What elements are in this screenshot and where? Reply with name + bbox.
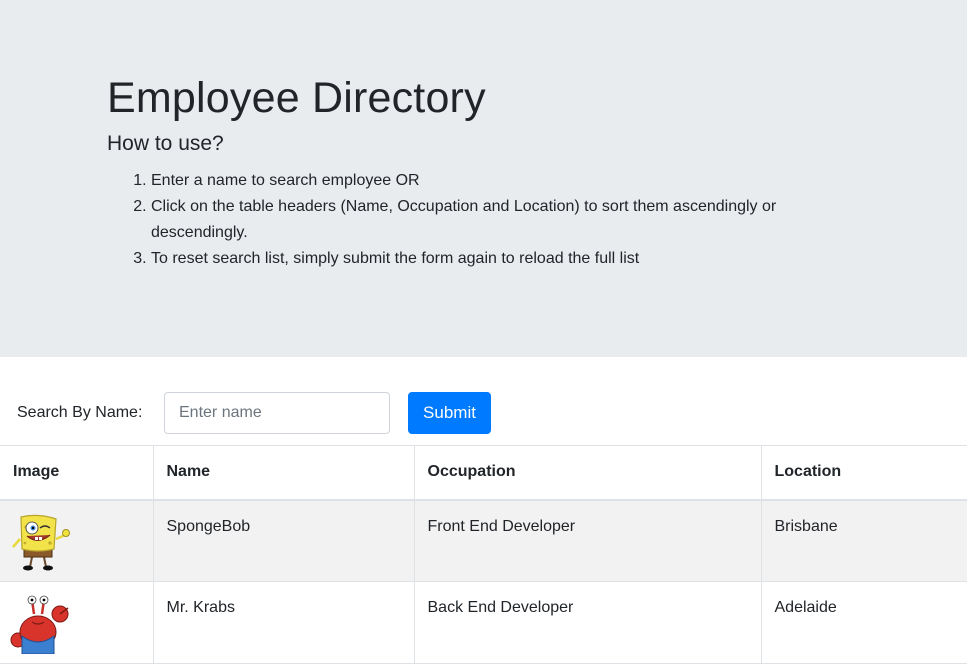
header-name-sort[interactable]: Name [152, 445, 415, 501]
instructions-list: Enter a name to search employee OR Click… [107, 168, 867, 272]
table-header-row: Image Name Occupation Location [0, 445, 967, 501]
instruction-item: Click on the table headers (Name, Occupa… [151, 194, 867, 246]
table-row: SpongeBob Front End Developer Brisbane [0, 499, 967, 582]
search-form: Search By Name: Submit [0, 392, 967, 434]
name-cell: Mr. Krabs [152, 581, 415, 664]
search-label: Search By Name: [17, 404, 143, 421]
employee-table: Image Name Occupation Location SpongeBob… [0, 445, 967, 664]
image-cell [0, 499, 154, 582]
occupation-cell: Back End Developer [413, 581, 762, 664]
location-cell: Adelaide [760, 581, 967, 664]
header-image: Image [0, 445, 154, 501]
table-row: Mr. Krabs Back End Developer Adelaide [0, 581, 967, 664]
how-to-use-heading: How to use? [107, 132, 224, 155]
header-occupation-sort[interactable]: Occupation [413, 445, 762, 501]
image-cell [0, 581, 154, 664]
location-cell: Brisbane [760, 499, 967, 582]
name-cell: SpongeBob [152, 499, 415, 582]
page-title: Employee Directory [107, 74, 486, 122]
occupation-cell: Front End Developer [413, 499, 762, 582]
header-location-sort[interactable]: Location [760, 445, 967, 501]
spongebob-avatar [10, 513, 153, 571]
jumbotron-content: Employee Directory How to use? Enter a n… [107, 70, 867, 272]
search-input[interactable] [164, 392, 390, 434]
instruction-item: To reset search list, simply submit the … [151, 246, 867, 272]
submit-button[interactable]: Submit [408, 392, 491, 434]
instruction-item: Enter a name to search employee OR [151, 168, 867, 194]
mr-krabs-avatar [10, 594, 153, 654]
jumbotron: Employee Directory How to use? Enter a n… [0, 0, 967, 357]
